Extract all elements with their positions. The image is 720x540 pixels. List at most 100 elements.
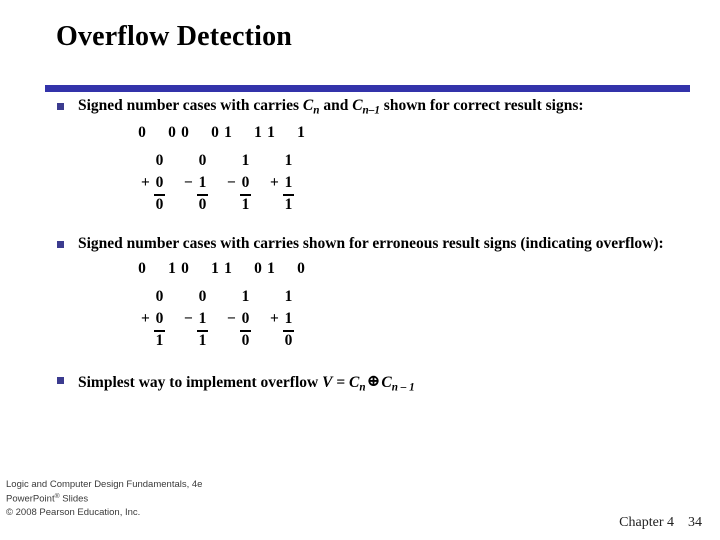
footer-credit-line-1: Logic and Computer Design Fundamentals, … bbox=[6, 479, 203, 490]
operator-sign: − bbox=[227, 173, 236, 191]
variable-cn-minus-1: C bbox=[381, 373, 392, 391]
equals-sign: = bbox=[332, 373, 350, 391]
arithmetic-block-erroneous: 0 +0 1 0 −1 1 1 −0 0 1 +1 0 bbox=[0, 286, 720, 356]
arith-operand2-line: +1 bbox=[254, 172, 294, 196]
result-digit: 0 bbox=[155, 195, 164, 213]
carry-digit: 1 bbox=[267, 123, 275, 141]
carry-digit: 0 bbox=[211, 123, 219, 141]
arith-operand1-line: 1 bbox=[254, 286, 294, 308]
arith-operand2-line: +0 bbox=[125, 308, 165, 332]
operand2-digit: 1 bbox=[197, 308, 208, 332]
arith-column: 0 +0 0 bbox=[125, 150, 165, 216]
result-digit: 1 bbox=[284, 195, 293, 213]
bullet-square-icon bbox=[57, 240, 64, 248]
carry-digit: 1 bbox=[297, 123, 305, 141]
carry-row-erroneous: 0 1 0 1 1 0 1 0 bbox=[0, 260, 720, 282]
operator-sign: + bbox=[141, 309, 150, 327]
bullet-item-implement-overflow: Simplest way to implement overflow V = C… bbox=[0, 370, 720, 395]
operand2-digit: 1 bbox=[283, 308, 294, 332]
carry-digit: 1 bbox=[267, 259, 275, 277]
result-digit: 0 bbox=[241, 331, 250, 349]
carry-digit: 1 bbox=[254, 123, 262, 141]
chapter-label: Chapter 4 bbox=[619, 515, 674, 530]
operand1-digit: 0 bbox=[198, 287, 207, 305]
carry-digit: 1 bbox=[211, 259, 219, 277]
page-title: Overflow Detection bbox=[56, 21, 293, 52]
arith-operand2-line: +0 bbox=[125, 172, 165, 196]
arith-result-line: 0 bbox=[168, 194, 208, 216]
operand1-digit: 0 bbox=[155, 287, 164, 305]
operator-sign: + bbox=[270, 173, 279, 191]
result-digit: 1 bbox=[198, 331, 207, 349]
arith-result-line: 0 bbox=[125, 194, 165, 216]
footer-credit-line-3: © 2008 Pearson Education, Inc. bbox=[6, 506, 141, 518]
operand2-digit: 0 bbox=[154, 308, 165, 332]
operand1-digit: 1 bbox=[241, 287, 250, 305]
result-digit: 0 bbox=[198, 195, 207, 213]
carry-digit: 0 bbox=[181, 123, 189, 141]
carry-digit: 1 bbox=[168, 259, 176, 277]
variable-v: V bbox=[322, 373, 333, 391]
operand1-digit: 0 bbox=[155, 151, 164, 169]
arith-operand1-line: 0 bbox=[168, 150, 208, 172]
operand1-digit: 1 bbox=[284, 151, 293, 169]
carry-digit: 0 bbox=[138, 123, 146, 141]
arith-column: 0 +0 1 bbox=[125, 286, 165, 352]
arith-result-line: 0 bbox=[254, 330, 294, 352]
result-digit: 1 bbox=[241, 195, 250, 213]
arith-result-line: 1 bbox=[211, 194, 251, 216]
arith-result-line: 1 bbox=[254, 194, 294, 216]
operator-sign: − bbox=[184, 309, 193, 327]
arith-column: 1 +1 0 bbox=[254, 286, 294, 352]
variable-cn-minus-1: C bbox=[352, 97, 363, 114]
bullet-text-erroneous-signs: Signed number cases with carries shown f… bbox=[78, 234, 664, 252]
arith-result-line: 1 bbox=[125, 330, 165, 352]
footer-slides-text: Slides bbox=[59, 493, 89, 505]
result-digit: 1 bbox=[155, 331, 164, 349]
bullet-text-segment: Signed number cases with carries bbox=[78, 97, 303, 114]
operand2-digit: 0 bbox=[240, 172, 251, 196]
variable-cn: C bbox=[302, 97, 314, 114]
title-divider-bar bbox=[45, 85, 690, 92]
bullet-text-segment: and bbox=[319, 97, 353, 114]
carry-digit: 0 bbox=[181, 259, 189, 277]
arithmetic-block-correct: 0 +0 0 0 −1 0 1 −0 1 1 +1 1 bbox=[0, 150, 720, 220]
operator-sign: − bbox=[227, 309, 236, 327]
carry-digit: 0 bbox=[168, 123, 176, 141]
footer-chapter-info: Chapter 4 34 bbox=[619, 515, 702, 531]
arith-operand1-line: 1 bbox=[211, 150, 251, 172]
carry-digit: 0 bbox=[297, 259, 305, 277]
operand2-digit: 0 bbox=[240, 308, 251, 332]
arith-column: 1 −0 0 bbox=[211, 286, 251, 352]
operand2-digit: 1 bbox=[283, 172, 294, 196]
arith-result-line: 1 bbox=[168, 330, 208, 352]
footer-credit: Logic and Computer Design Fundamentals, … bbox=[6, 478, 202, 520]
operator-sign: − bbox=[184, 173, 193, 191]
subscript-n: n bbox=[359, 381, 366, 394]
arith-operand2-line: −1 bbox=[168, 308, 208, 332]
arith-operand1-line: 0 bbox=[125, 150, 165, 172]
footer-powerpoint-text: PowerPoint bbox=[6, 493, 55, 505]
bullet-square-icon bbox=[57, 376, 64, 384]
bullet-text-correct-signs: Signed number cases with carries Cn and … bbox=[78, 97, 584, 117]
operator-sign: + bbox=[141, 173, 150, 191]
bullet-item-erroneous-signs: Signed number cases with carries shown f… bbox=[0, 234, 720, 254]
bullet-text-implement-overflow: Simplest way to implement overflow V = C… bbox=[78, 371, 415, 394]
carry-digit: 1 bbox=[224, 259, 232, 277]
arith-operand1-line: 0 bbox=[125, 286, 165, 308]
slide-body: Signed number cases with carries Cn and … bbox=[0, 96, 720, 394]
page-number: 34 bbox=[688, 515, 702, 530]
operand2-digit: 0 bbox=[154, 172, 165, 196]
arith-operand2-line: −0 bbox=[211, 308, 251, 332]
arith-result-line: 0 bbox=[211, 330, 251, 352]
carry-row-correct: 0 0 0 0 1 1 1 1 bbox=[0, 124, 720, 146]
subscript-n-minus-1: n–1 bbox=[362, 104, 380, 117]
operand1-digit: 1 bbox=[284, 287, 293, 305]
operand1-digit: 1 bbox=[241, 151, 250, 169]
carry-digit: 0 bbox=[138, 259, 146, 277]
arith-operand1-line: 1 bbox=[211, 286, 251, 308]
footer-credit-line-2: PowerPoint® Slides bbox=[6, 492, 202, 506]
operator-sign: + bbox=[270, 309, 279, 327]
operand1-digit: 0 bbox=[198, 151, 207, 169]
arith-column: 1 +1 1 bbox=[254, 150, 294, 216]
